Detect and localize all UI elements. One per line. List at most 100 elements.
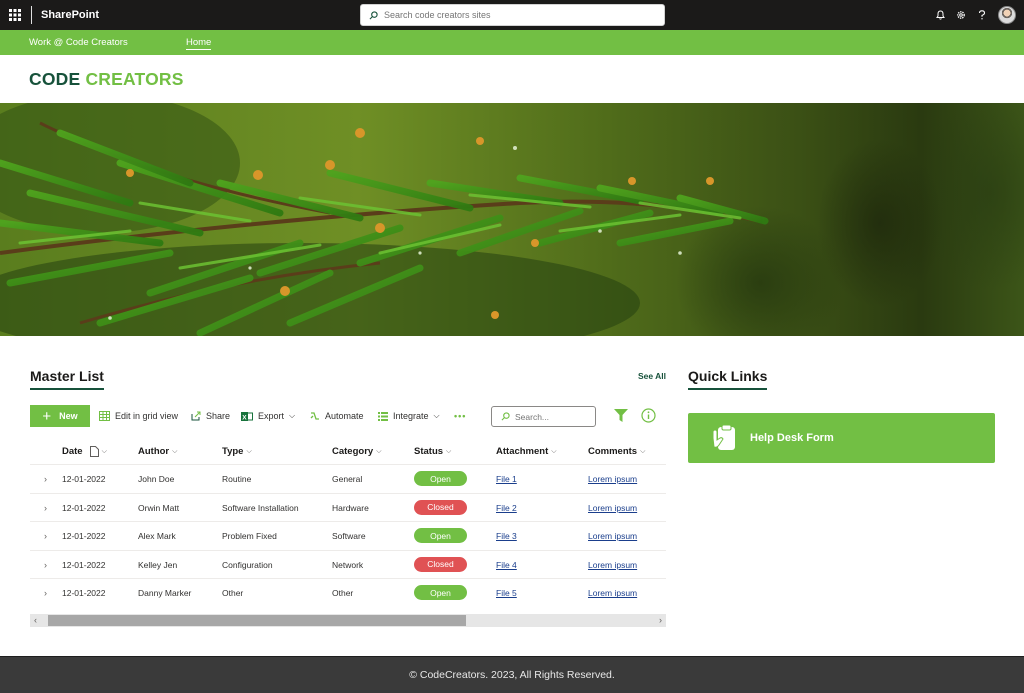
column-header-comments[interactable]: Comments ⌵ xyxy=(588,446,645,457)
app-launcher-button[interactable] xyxy=(0,0,30,30)
attachment-link[interactable]: File 4 xyxy=(496,560,517,570)
waffle-icon xyxy=(9,9,21,21)
more-options-button[interactable]: ••• xyxy=(454,405,466,427)
share-button[interactable]: Share xyxy=(191,405,230,427)
comments-link[interactable]: Lorem ipsum xyxy=(588,503,637,513)
info-icon[interactable] xyxy=(641,408,656,423)
status-badge: Closed xyxy=(414,499,467,515)
cell-author: Kelley Jen xyxy=(138,559,178,570)
footer-copyright: © CodeCreators. 2023, All Rights Reserve… xyxy=(409,669,615,681)
attachment-link[interactable]: File 2 xyxy=(496,503,517,513)
cell-category: Software xyxy=(332,531,366,542)
chevron-down-icon: ⌵ xyxy=(289,411,296,420)
table-row[interactable]: › 12-01-2022 Kelley Jen Configuration Ne… xyxy=(30,549,666,579)
cell-category: General xyxy=(332,474,363,484)
pine-branch-illustration xyxy=(0,103,769,336)
settings-gear-icon[interactable] xyxy=(956,10,966,20)
chevron-down-icon: ⌵ xyxy=(101,447,107,455)
suite-bar: SharePoint xyxy=(0,0,1024,30)
quick-link-help-desk-form[interactable]: Help Desk Form xyxy=(688,413,995,463)
app-name-link[interactable]: SharePoint xyxy=(41,9,99,21)
clipboard-hand-icon xyxy=(712,424,735,450)
site-search-input[interactable] xyxy=(384,10,644,20)
chevron-right-icon[interactable]: › xyxy=(44,503,47,513)
cell-type: Routine xyxy=(222,474,252,484)
horizontal-scrollbar[interactable]: ‹ › xyxy=(30,614,666,627)
chevron-down-icon: ⌵ xyxy=(376,447,382,455)
column-header-attachment[interactable]: Attachment ⌵ xyxy=(496,446,557,457)
column-header-status[interactable]: Status ⌵ xyxy=(414,446,451,457)
automate-button[interactable]: Automate xyxy=(310,405,364,427)
nav-home-link[interactable]: Home xyxy=(186,37,212,50)
chevron-down-icon: ⌵ xyxy=(246,447,252,455)
column-header-type[interactable]: Type ⌵ xyxy=(222,446,252,457)
automate-label: Automate xyxy=(325,411,364,421)
grid-icon xyxy=(99,411,110,421)
column-header-category[interactable]: Category ⌵ xyxy=(332,446,382,457)
plus-icon: + xyxy=(42,407,52,425)
scroll-left-arrow-icon[interactable]: ‹ xyxy=(34,615,37,625)
master-list-table: Date ⌵ Author ⌵ Type ⌵ Category ⌵ Status… xyxy=(30,438,666,607)
column-header-author[interactable]: Author ⌵ xyxy=(138,446,177,457)
hub-navigation: Work @ Code Creators Home xyxy=(0,30,1024,55)
chevron-right-icon[interactable]: › xyxy=(44,531,47,541)
help-question-icon[interactable] xyxy=(977,10,987,20)
attachment-link[interactable]: File 5 xyxy=(496,588,517,598)
attachment-link[interactable]: File 3 xyxy=(496,531,517,541)
column-header-label: Type xyxy=(222,446,244,457)
share-icon xyxy=(191,411,201,421)
cell-author: Orwin Matt xyxy=(138,502,180,513)
chevron-right-icon[interactable]: › xyxy=(44,474,47,484)
new-item-button[interactable]: + New xyxy=(30,405,90,427)
column-header-label: Date xyxy=(62,446,83,457)
hub-site-title[interactable]: Work @ Code Creators xyxy=(29,37,128,48)
quick-links-title: Quick Links xyxy=(688,368,768,390)
document-icon xyxy=(89,446,99,457)
table-row[interactable]: › 12-01-2022 Alex Mark Problem Fixed Sof… xyxy=(30,521,666,550)
see-all-link[interactable]: See All xyxy=(638,371,666,381)
comments-link[interactable]: Lorem ipsum xyxy=(588,474,637,484)
table-header: Date ⌵ Author ⌵ Type ⌵ Category ⌵ Status… xyxy=(30,438,666,464)
status-badge: Open xyxy=(414,528,467,544)
integrate-button[interactable]: Integrate ⌵ xyxy=(378,405,440,427)
new-button-label: New xyxy=(59,411,78,421)
cell-author: Alex Mark xyxy=(138,531,176,542)
attachment-link[interactable]: File 1 xyxy=(496,474,517,484)
table-row[interactable]: › 12-01-2022 Orwin Matt Software Install… xyxy=(30,492,666,522)
integrate-label: Integrate xyxy=(393,411,429,421)
scroll-right-arrow-icon[interactable]: › xyxy=(659,615,662,625)
table-row[interactable]: › 12-01-2022 Danny Marker Other Other Op… xyxy=(30,578,666,607)
column-header-label: Attachment xyxy=(496,446,549,457)
edit-grid-view-button[interactable]: Edit in grid view xyxy=(99,405,178,427)
notifications-bell-icon[interactable] xyxy=(935,10,945,20)
scrollbar-thumb[interactable] xyxy=(48,615,466,626)
site-header: CODE CREATORS xyxy=(0,55,1024,103)
chevron-down-icon: ⌵ xyxy=(172,447,178,455)
site-search-box[interactable] xyxy=(360,4,665,26)
page-footer: © CodeCreators. 2023, All Rights Reserve… xyxy=(0,656,1024,693)
export-button[interactable]: X Export ⌵ xyxy=(241,405,295,427)
chevron-down-icon: ⌵ xyxy=(433,411,440,420)
table-row[interactable]: › 12-01-2022 John Doe Routine General Op… xyxy=(30,464,666,493)
cell-type: Other xyxy=(222,588,244,599)
chevron-right-icon[interactable]: › xyxy=(44,588,47,598)
chevron-down-icon: ⌵ xyxy=(640,447,646,455)
list-search-input[interactable] xyxy=(515,411,595,422)
column-header-date[interactable]: Date ⌵ xyxy=(62,446,107,457)
filter-icon[interactable] xyxy=(614,409,628,422)
master-list-title: Master List xyxy=(30,368,104,390)
quick-link-label: Help Desk Form xyxy=(750,432,834,444)
site-title[interactable]: CODE CREATORS xyxy=(29,69,184,90)
comments-link[interactable]: Lorem ipsum xyxy=(588,588,637,598)
flow-icon xyxy=(310,412,319,420)
cell-type: Software Installation xyxy=(222,502,299,513)
share-label: Share xyxy=(206,411,231,421)
comments-link[interactable]: Lorem ipsum xyxy=(588,560,637,570)
user-avatar[interactable] xyxy=(998,6,1016,24)
chevron-right-icon[interactable]: › xyxy=(44,560,47,570)
cell-author: John Doe xyxy=(138,474,175,484)
chevron-down-icon: ⌵ xyxy=(446,447,452,455)
list-search-box[interactable] xyxy=(491,406,596,427)
edit-grid-label: Edit in grid view xyxy=(115,411,179,421)
comments-link[interactable]: Lorem ipsum xyxy=(588,531,637,541)
